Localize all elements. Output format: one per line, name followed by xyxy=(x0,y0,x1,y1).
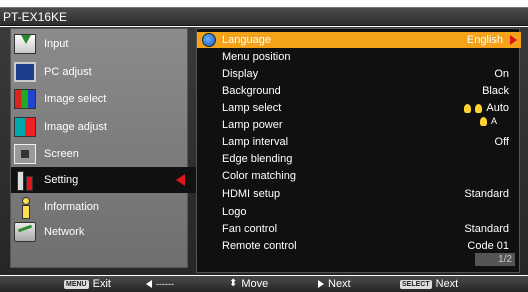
footer-help-bar: MENU Exit ------ ⬍ Move Next SELECT Next xyxy=(0,276,528,292)
setting-row-fan-control[interactable]: Fan control Standard xyxy=(197,221,521,237)
up-down-arrow-icon: ⬍ xyxy=(229,278,238,289)
input-icon xyxy=(14,34,36,54)
sidebar-menu: Input PC adjust Image select Image adjus… xyxy=(10,28,199,268)
footer-move-label: Move xyxy=(241,278,269,290)
setting-value: On xyxy=(494,68,509,80)
globe-icon xyxy=(202,33,216,47)
setting-row-lamp-power[interactable]: Lamp power A xyxy=(197,117,521,133)
image-adjust-icon xyxy=(14,117,36,137)
setting-value: Code 01 xyxy=(467,240,509,252)
sidebar-item-label: Input xyxy=(44,38,69,50)
lamp-icon xyxy=(464,103,472,113)
sidebar-item-information[interactable]: Information xyxy=(11,194,189,220)
setting-label: Color matching xyxy=(222,170,296,182)
footer-exit: MENU Exit xyxy=(64,276,111,292)
setting-label: Remote control xyxy=(222,240,297,252)
sidebar-item-network[interactable]: Network xyxy=(11,219,189,245)
select-key-icon: SELECT xyxy=(400,279,432,289)
setting-value: Standard xyxy=(464,223,509,235)
sidebar-item-image-adjust[interactable]: Image adjust xyxy=(11,114,189,140)
setting-value: English xyxy=(466,34,503,46)
setting-label: HDMI setup xyxy=(222,188,281,200)
setting-value: Off xyxy=(494,136,509,148)
setting-row-remote-control[interactable]: Remote control Code 01 xyxy=(197,238,521,254)
sidebar-item-pc-adjust[interactable]: PC adjust xyxy=(11,59,189,85)
page-indicator: 1/2 xyxy=(475,253,515,266)
setting-value: Standard xyxy=(464,188,509,200)
setting-label: Menu position xyxy=(222,51,291,63)
setting-row-lamp-interval[interactable]: Lamp interval Off xyxy=(197,134,521,150)
settings-panel: Language English Menu position Display O… xyxy=(196,28,521,273)
left-arrow-icon xyxy=(146,280,152,288)
window-title: PT-EX16KE xyxy=(0,7,528,26)
sidebar-item-input[interactable]: Input xyxy=(11,31,189,57)
setting-label: Lamp power xyxy=(222,119,283,131)
lamp-power-value: A xyxy=(479,116,497,126)
selection-arrow-icon xyxy=(176,174,185,186)
footer-back-line: ------ xyxy=(156,279,174,289)
setting-value: Auto xyxy=(486,102,509,114)
footer-select-next-label: Next xyxy=(435,278,459,290)
setting-row-color-matching[interactable]: Color matching xyxy=(197,168,521,184)
footer-move: ⬍ Move xyxy=(229,276,268,292)
setting-label: Lamp interval xyxy=(222,136,289,148)
pc-adjust-icon xyxy=(14,62,36,82)
setting-row-language[interactable]: Language English xyxy=(197,32,521,48)
image-select-icon xyxy=(14,89,36,109)
sidebar-item-label: Setting xyxy=(44,174,79,186)
footer-exit-label: Exit xyxy=(92,278,111,290)
footer-back: ------ xyxy=(146,276,174,292)
sidebar-item-label: Screen xyxy=(44,148,79,160)
footer-next: Next xyxy=(318,276,351,292)
setting-label: Background xyxy=(222,85,281,97)
setting-row-hdmi-setup[interactable]: HDMI setup Standard xyxy=(197,186,521,202)
setting-row-background[interactable]: Background Black xyxy=(197,83,521,99)
setting-row-edge-blending[interactable]: Edge blending xyxy=(197,151,521,167)
setting-icon xyxy=(14,170,36,191)
setting-label: Lamp select xyxy=(222,102,282,114)
information-icon xyxy=(14,197,36,219)
setting-label: Language xyxy=(222,34,271,46)
sidebar-item-label: PC adjust xyxy=(44,66,92,78)
network-icon xyxy=(14,222,36,242)
right-arrow-icon xyxy=(318,280,324,288)
setting-row-display[interactable]: Display On xyxy=(197,66,521,82)
setting-row-menu-position[interactable]: Menu position xyxy=(197,49,521,65)
setting-label: Logo xyxy=(222,206,247,218)
right-arrow-icon xyxy=(510,35,517,45)
lamp-icon xyxy=(475,103,483,113)
sidebar-item-label: Image select xyxy=(44,93,107,105)
sidebar-item-label: Information xyxy=(44,201,100,213)
setting-value-group: Auto xyxy=(464,100,509,116)
sidebar-item-image-select[interactable]: Image select xyxy=(11,86,189,112)
sidebar-item-label: Network xyxy=(44,226,85,238)
lamp-auto-letter: A xyxy=(490,116,497,126)
setting-row-lamp-select[interactable]: Lamp select Auto xyxy=(197,100,521,116)
setting-label: Display xyxy=(222,68,259,80)
lamp-auto-icon xyxy=(479,117,487,126)
setting-value: Black xyxy=(482,85,509,97)
menu-key-icon: MENU xyxy=(64,279,89,289)
sidebar-item-screen[interactable]: Screen xyxy=(11,141,189,167)
screen-icon xyxy=(14,144,36,164)
footer-select-next: SELECT Next xyxy=(400,276,458,292)
setting-row-logo[interactable]: Logo xyxy=(197,204,521,220)
sidebar-item-setting[interactable]: Setting xyxy=(11,167,199,193)
setting-label: Fan control xyxy=(222,223,278,235)
setting-label: Edge blending xyxy=(222,153,293,165)
footer-next-label: Next xyxy=(328,278,351,290)
sidebar-item-label: Image adjust xyxy=(44,121,107,133)
